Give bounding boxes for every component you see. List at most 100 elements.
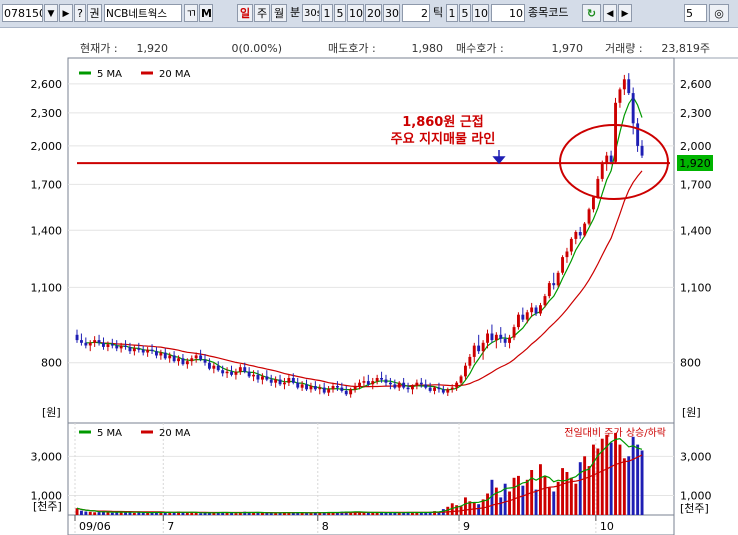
- period-day-button[interactable]: 일: [237, 4, 253, 22]
- candle-up: [238, 367, 242, 372]
- x-axis-strip: [67, 514, 675, 535]
- candle-up: [494, 334, 498, 341]
- candle-up: [283, 382, 286, 385]
- price-value: 1,920: [137, 42, 169, 55]
- volume-bar: [115, 512, 119, 515]
- volume-bar: [477, 504, 481, 515]
- tick-option-5[interactable]: 5: [459, 4, 471, 22]
- candle-down: [155, 351, 158, 356]
- candle-down: [163, 352, 167, 359]
- minute-input[interactable]: 2: [402, 4, 430, 22]
- volume-label: 거래량 :: [605, 42, 643, 55]
- minute-option-30s[interactable]: 30s: [302, 4, 320, 22]
- mode-button-1[interactable]: ㄲ: [184, 4, 198, 22]
- candle-down: [340, 387, 344, 391]
- count-input[interactable]: 5: [684, 4, 707, 22]
- volume-bar: [622, 458, 626, 515]
- candle-up: [468, 356, 472, 366]
- next-stock-button[interactable]: ▶: [59, 4, 73, 22]
- candle-up: [455, 382, 459, 388]
- tick-option-1[interactable]: 1: [446, 4, 458, 22]
- minute-option-30[interactable]: 30: [383, 4, 400, 22]
- minute-option-10[interactable]: 10: [347, 4, 364, 22]
- candle-down: [389, 382, 392, 385]
- candle-up: [596, 178, 600, 198]
- next-arrow-icon[interactable]: ▶: [618, 4, 632, 22]
- candle-down: [578, 232, 582, 236]
- candle-up: [318, 387, 322, 390]
- candle-up: [146, 349, 150, 353]
- stock-code-input[interactable]: 078150: [2, 4, 43, 22]
- volume-bar: [627, 456, 631, 515]
- candle-down: [247, 371, 251, 377]
- bid-label: 매수호가 :: [456, 42, 504, 55]
- volume-bar: [592, 444, 595, 515]
- dropdown-icon[interactable]: ▼: [44, 4, 58, 22]
- candle-up: [481, 342, 485, 352]
- price-tick-left: 1,100: [31, 281, 63, 294]
- minute-option-20[interactable]: 20: [365, 4, 382, 22]
- volume-bar: [517, 475, 520, 515]
- candle-up: [132, 348, 136, 352]
- candle-down: [366, 381, 370, 385]
- minute-option-1[interactable]: 1: [321, 4, 333, 22]
- candle-down: [124, 345, 127, 347]
- volume-bar: [631, 436, 635, 515]
- settings-icon[interactable]: ◎: [709, 4, 729, 22]
- mode-button-2[interactable]: M: [199, 4, 213, 22]
- candle-up: [349, 389, 353, 395]
- period-month-button[interactable]: 월: [271, 4, 287, 22]
- period-week-button[interactable]: 주: [254, 4, 270, 22]
- candle-down: [499, 334, 503, 339]
- candle-down: [128, 347, 132, 352]
- bid-value: 1,970: [552, 42, 584, 55]
- candle-up: [177, 358, 180, 362]
- volume-value: 23,819주: [661, 42, 710, 55]
- help-button[interactable]: ?: [74, 4, 86, 22]
- x-tick-label: 9: [463, 520, 470, 533]
- candle-down: [137, 348, 141, 350]
- rights-button[interactable]: 권: [87, 4, 102, 22]
- candle-up: [234, 371, 238, 375]
- candle-down: [102, 342, 105, 347]
- annotation-line2: 주요 지지매물 라인: [391, 131, 496, 147]
- candle-down: [344, 390, 348, 395]
- vol-legend-ma20-label: 20 MA: [159, 428, 191, 439]
- prev-arrow-icon[interactable]: ◀: [603, 4, 617, 22]
- volume-tick-right: 3,000: [680, 450, 712, 463]
- candle-down: [269, 379, 273, 383]
- candle-down: [402, 382, 406, 388]
- candle-up: [287, 378, 291, 383]
- tick-input[interactable]: 10: [491, 4, 525, 22]
- tick-option-10[interactable]: 10: [472, 4, 489, 22]
- volume-bar: [636, 444, 640, 515]
- candle-up: [327, 389, 331, 393]
- candle-up: [190, 358, 194, 362]
- candle-down: [424, 384, 428, 388]
- candle-down: [208, 362, 211, 369]
- minute-option-5[interactable]: 5: [334, 4, 346, 22]
- current-price-tag-label: 1,920: [679, 157, 711, 170]
- candle-down: [552, 283, 556, 286]
- volume-bar: [384, 513, 388, 515]
- price-tick-left: 1,400: [31, 224, 63, 237]
- x-tick-label: 7: [167, 520, 174, 533]
- volume-bar: [88, 511, 92, 515]
- price-tick-left: 2,300: [31, 107, 63, 120]
- candle-down: [243, 367, 247, 372]
- volume-unit-right: [천주]: [680, 501, 709, 515]
- volume-bar: [97, 512, 101, 515]
- candle-down: [296, 382, 300, 388]
- vol-legend-ma5-label: 5 MA: [97, 428, 122, 439]
- volume-bar: [411, 512, 414, 515]
- candle-up: [556, 272, 560, 286]
- tick-label: 틱: [432, 6, 444, 19]
- candle-down: [110, 344, 114, 346]
- volume-bar: [234, 513, 238, 515]
- volume-bar: [525, 479, 529, 515]
- candle-up: [508, 337, 511, 343]
- volume-bar: [596, 448, 600, 515]
- refresh-icon[interactable]: ↻: [582, 4, 601, 22]
- candle-down: [256, 374, 260, 380]
- candle-up: [331, 386, 335, 390]
